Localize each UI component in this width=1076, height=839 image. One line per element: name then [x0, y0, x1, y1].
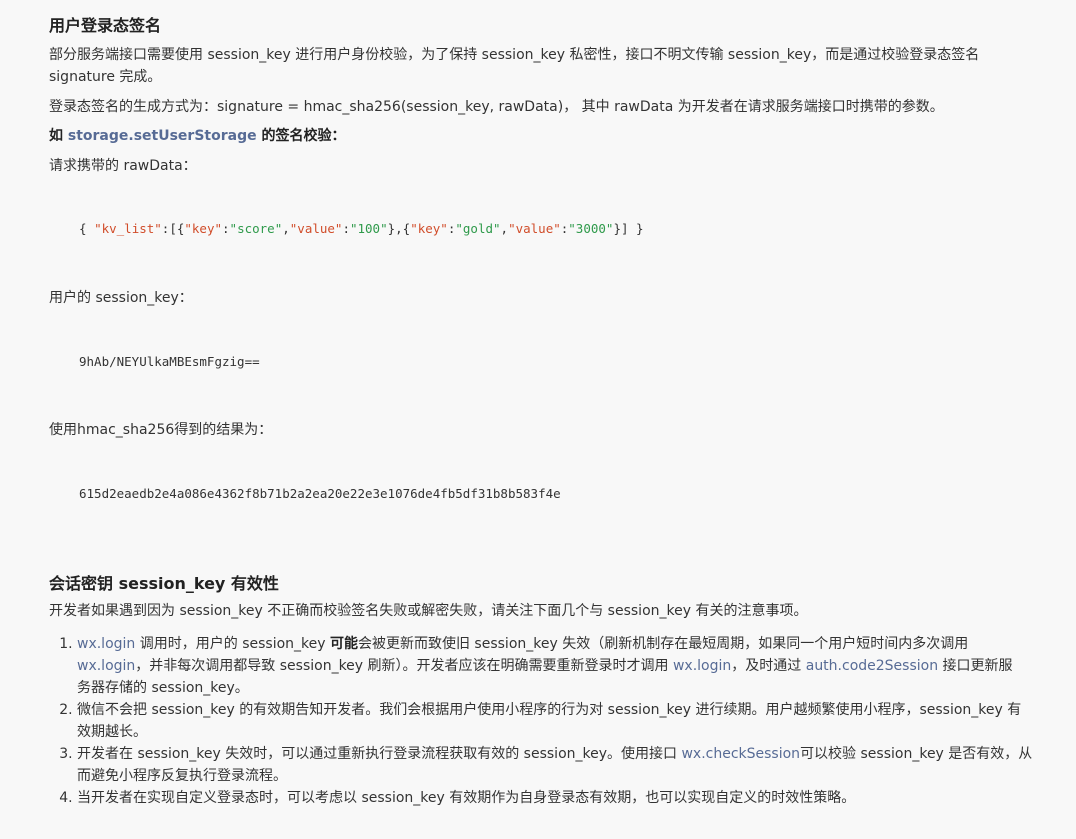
list-text: 当开发者在实现自定义登录态时，可以考虑以 session_key 有效期作为自身…: [77, 790, 856, 806]
json-punc: ,: [500, 221, 509, 236]
json-punc: :: [222, 221, 230, 236]
paragraph-intro-line2: signature 完成。: [49, 69, 162, 85]
paragraph-signature-formula: 登录态签名的生成方式为：signature = hmac_sha256(sess…: [49, 99, 944, 115]
wx-checksession-link[interactable]: wx.checkSession: [681, 746, 800, 762]
json-open: {: [79, 221, 95, 236]
json-close: }] }: [613, 221, 644, 236]
auth-code2session-link[interactable]: auth.code2Session: [806, 658, 938, 674]
json-string: "100": [349, 221, 388, 236]
list-text: 可以校验 session_key 是否有效，从: [800, 746, 1033, 762]
section-title-session-key-validity: 会话密钥 session_key 有效性: [49, 574, 279, 593]
list-item: 开发者在 session_key 失效时，可以通过重新执行登录流程获取有效的 s…: [77, 743, 1057, 787]
json-key-kv-list: "kv_list": [94, 221, 162, 236]
document-page: 用户登录态签名 部分服务端接口需要使用 session_key 进行用户身份校验…: [0, 0, 1076, 839]
list-text: 开发者在 session_key 失效时，可以通过重新执行登录流程获取有效的 s…: [77, 746, 682, 762]
list-text: 而避免小程序反复执行登录流程。: [77, 768, 287, 784]
json-punc: :[{: [161, 221, 185, 236]
example-suffix: 的签名校验：: [256, 128, 346, 144]
json-punc: :: [342, 221, 350, 236]
wx-login-link[interactable]: wx.login: [673, 658, 731, 674]
list-text: 效期越长。: [77, 724, 147, 740]
list-text: 接口更新服: [938, 658, 1013, 674]
list-text: ，及时通过: [731, 658, 806, 674]
list-text: 会被更新而致使旧 session_key 失效（刷新机制存在最短周期，如果同一个…: [357, 636, 969, 652]
list-text: 务器存储的 session_key。: [77, 680, 249, 696]
storage-setuserstorage-link[interactable]: storage.setUserStorage: [68, 128, 257, 144]
hmac-result-code-block: 615d2eaedb2e4a086e4362f8b71b2a2ea20e22e3…: [79, 486, 561, 501]
wx-login-link[interactable]: wx.login: [77, 658, 135, 674]
example-prefix: 如: [49, 128, 68, 144]
example-heading: 如 storage.setUserStorage 的签名校验：: [49, 125, 345, 147]
session-key-label: 用户的 session_key：: [49, 290, 193, 306]
json-key: "key": [410, 221, 448, 236]
session-key-intro: 开发者如果遇到因为 session_key 不正确而校验签名失败或解密失败，请关…: [49, 603, 808, 619]
json-string: "3000": [568, 221, 614, 236]
paragraph-intro-line1: 部分服务端接口需要使用 session_key 进行用户身份校验，为了保持 se…: [49, 47, 980, 63]
json-key: "key": [184, 221, 223, 236]
session-key-code-block: 9hAb/NEYUlkaMBEsmFgzig==: [79, 354, 260, 369]
list-text: 微信不会把 session_key 的有效期告知开发者。我们会根据用户使用小程序…: [77, 702, 1022, 718]
list-item: wx.login 调用时，用户的 session_key 可能会被更新而致使旧 …: [77, 633, 1057, 699]
emphasis-text: 可能: [329, 636, 358, 652]
session-key-notes-list: wx.login 调用时，用户的 session_key 可能会被更新而致使旧 …: [49, 633, 1057, 809]
list-text: ，并非每次调用都导致 session_key 刷新）。开发者应该在明确需要重新登…: [135, 658, 673, 674]
json-key: "value": [289, 221, 343, 236]
section-title-login-signature: 用户登录态签名: [49, 16, 162, 35]
json-punc: },{: [387, 221, 411, 236]
wx-login-link[interactable]: wx.login: [77, 636, 135, 652]
hmac-result-label: 使用hmac_sha256得到的结果为：: [49, 422, 273, 438]
json-punc: ,: [282, 221, 290, 236]
rawdata-label: 请求携带的 rawData：: [49, 158, 197, 174]
list-item: 微信不会把 session_key 的有效期告知开发者。我们会根据用户使用小程序…: [77, 699, 1057, 743]
json-string: "score": [229, 221, 283, 236]
rawdata-code-block: { "kv_list":[{"key":"score","value":"100…: [79, 221, 644, 236]
list-item: 当开发者在实现自定义登录态时，可以考虑以 session_key 有效期作为自身…: [77, 787, 1057, 809]
list-text: 调用时，用户的 session_key: [135, 636, 330, 652]
json-string: "gold": [455, 221, 501, 236]
json-key: "value": [508, 221, 561, 236]
